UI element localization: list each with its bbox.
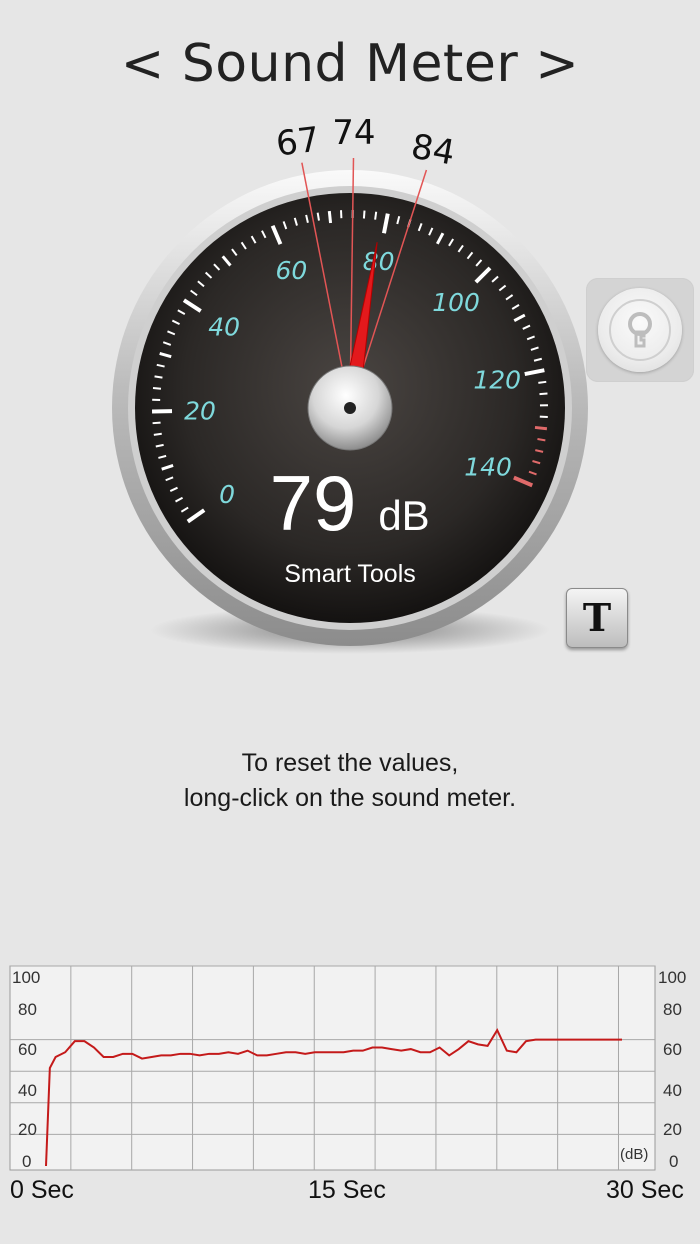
gauge-tick xyxy=(374,211,378,220)
y-tick-label: 60 xyxy=(18,1040,37,1059)
gauge-tick-label: 80 xyxy=(363,247,395,276)
gauge-tick-label: 60 xyxy=(275,256,307,285)
y-tick-label: 0 xyxy=(669,1152,678,1171)
gauge-tick xyxy=(538,380,547,384)
min-value-label: 67 xyxy=(274,120,322,165)
y-tick-label: 100 xyxy=(658,968,686,987)
reset-hint-line2: long-click on the sound meter. xyxy=(183,784,517,812)
y-tick-label: 20 xyxy=(18,1120,37,1139)
history-chart: 100 80 60 40 20 0 100 80 60 40 20 0 (dB) xyxy=(9,965,686,1171)
y-tick-label: 80 xyxy=(18,1000,37,1019)
avg-value-label: 74 xyxy=(332,113,375,153)
lock-button[interactable] xyxy=(586,278,694,382)
chart-unit-label: (dB) xyxy=(620,1146,648,1163)
brand-label: Smart Tools xyxy=(284,560,416,588)
gauge-tick xyxy=(152,386,162,390)
y-tick-label: 20 xyxy=(663,1120,682,1139)
gauge-tick-label: 120 xyxy=(473,365,521,394)
gauge-tick-label: 0 xyxy=(219,480,235,509)
y-tick-label: 40 xyxy=(663,1081,682,1100)
gauge-tick-label: 20 xyxy=(184,397,216,426)
gauge-tick xyxy=(537,438,546,442)
chart-plot-area xyxy=(9,965,656,1171)
gauge-tick xyxy=(539,392,548,396)
gauge-tick xyxy=(534,425,548,431)
gauge-tick xyxy=(152,421,161,425)
reset-hint-line1: To reset the values, xyxy=(241,749,459,777)
max-value-label: 84 xyxy=(408,127,458,174)
gauge-tick xyxy=(327,210,333,224)
y-tick-label: 0 xyxy=(22,1152,31,1171)
reset-hint: To reset the values, long-click on the s… xyxy=(0,746,700,816)
x-label-end: 30 Sec xyxy=(606,1176,684,1204)
y-tick-label: 60 xyxy=(663,1040,682,1059)
current-reading: 79 xyxy=(270,459,357,547)
y-tick-label: 40 xyxy=(18,1081,37,1100)
gauge-hub-pin xyxy=(344,402,356,414)
x-label-mid: 15 Sec xyxy=(308,1176,386,1204)
gauge-tick xyxy=(154,375,163,379)
keyhole-icon xyxy=(609,299,671,361)
gauge-tick-label: 140 xyxy=(464,453,512,482)
reading-unit: dB xyxy=(378,492,429,539)
gauge-tick xyxy=(362,210,366,219)
page-title[interactable]: < Sound Meter > xyxy=(0,34,700,94)
gauge-tick-label: 100 xyxy=(432,288,480,317)
gauge-tick xyxy=(153,432,162,436)
x-label-start: 0 Sec xyxy=(10,1176,74,1204)
gauge-tick xyxy=(316,212,320,221)
y-axis-right: 100 80 60 40 20 0 xyxy=(658,968,686,1171)
text-mode-button[interactable]: T xyxy=(566,588,628,648)
y-tick-label: 80 xyxy=(663,1000,682,1019)
y-tick-label: 100 xyxy=(12,968,40,987)
gauge-tick-label: 40 xyxy=(208,312,240,341)
